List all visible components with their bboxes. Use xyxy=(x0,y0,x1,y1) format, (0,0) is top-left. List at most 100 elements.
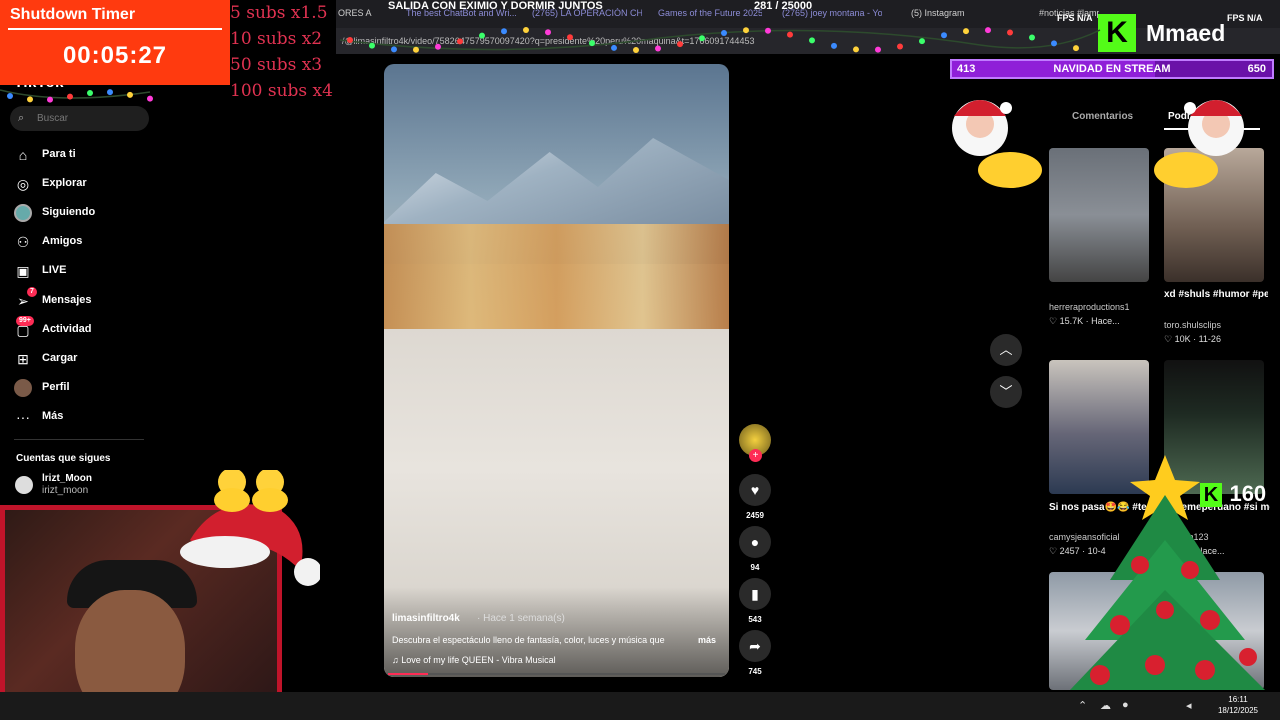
shutdown-timer: Shutdown Timer 00:05:27 xyxy=(0,0,230,85)
cloud-icon[interactable]: ☁ xyxy=(1100,699,1111,712)
sidebar-item-actividad[interactable]: ▢ 99+ Actividad xyxy=(14,316,154,341)
sidebar-item-label: Cargar xyxy=(42,352,78,364)
taskbar-clock[interactable]: 16:11 18/12/2025 xyxy=(1200,694,1276,716)
video-progress-fill xyxy=(388,673,429,675)
timer-title: Shutdown Timer xyxy=(10,6,136,23)
card-date: Hace... xyxy=(1091,316,1120,326)
previous-video-button[interactable]: ︿ xyxy=(990,334,1022,366)
share-button[interactable]: ➦ xyxy=(739,630,771,662)
kick-followers-badge: K 160 xyxy=(1200,481,1266,507)
upload-icon: ⊞ xyxy=(17,351,29,367)
speaker-icon[interactable]: ◂ xyxy=(1186,699,1192,712)
sidebar-item-para-ti[interactable]: ⌂ Para ti xyxy=(14,144,154,166)
kick-followers-logo: K xyxy=(1200,483,1222,507)
sidebar-item-siguiendo[interactable]: Siguiendo xyxy=(14,202,154,224)
sidebar-item-label: Más xyxy=(42,410,64,422)
search-placeholder: Buscar xyxy=(37,113,69,124)
browser-tab[interactable]: ORES A M xyxy=(338,8,374,18)
card-author[interactable]: toro.shulsclips xyxy=(1164,320,1268,330)
windows-taskbar xyxy=(0,692,1280,720)
recommended-video-thumbnail[interactable] xyxy=(1049,148,1149,282)
search-input[interactable]: ⌕ Buscar xyxy=(10,106,149,131)
save-count: 543 xyxy=(748,615,762,624)
like-button[interactable]: ♥ xyxy=(739,474,771,506)
chevron-up-icon[interactable]: ⌃ xyxy=(1078,699,1087,712)
bookmark-icon: ▮ xyxy=(751,586,759,602)
sidebar-item-perfil[interactable]: Perfil xyxy=(14,377,154,399)
follow-plus-icon[interactable]: + xyxy=(749,449,762,462)
card-title[interactable]: xd #shuls #humor #perupe #pe... xyxy=(1164,287,1268,302)
fps-label: FPS xyxy=(1057,13,1075,23)
save-button[interactable]: ▮ xyxy=(739,578,771,610)
timer-value: 00:05:27 xyxy=(62,42,168,69)
santa-duck-decoration xyxy=(952,100,1042,188)
sidebar-item-amigos[interactable]: ⚇ Amigos xyxy=(14,231,154,253)
home-icon: ⌂ xyxy=(18,147,28,163)
sidebar-item-label: Para ti xyxy=(42,148,76,160)
clock-time: 16:11 xyxy=(1228,695,1248,704)
search-icon: ⌕ xyxy=(18,112,25,124)
video-progress-bar[interactable] xyxy=(388,673,725,675)
video-time: · Hace 1 semana(s) xyxy=(477,613,565,624)
comment-button[interactable]: ● xyxy=(739,526,771,558)
sidebar-item-label: Mensajes xyxy=(42,294,92,306)
profile-avatar-icon xyxy=(14,379,32,397)
sidebar-item-label: Actividad xyxy=(42,323,92,335)
card-date: 11-26 xyxy=(1198,334,1221,344)
sidebar-item-live[interactable]: ▣ LIVE xyxy=(14,260,154,282)
url-field[interactable]: /@limasinfiltro4k/video/7582647579570097… xyxy=(342,32,1102,50)
following-account-avatar[interactable] xyxy=(15,476,33,494)
browser-tab[interactable]: (5) Instagram xyxy=(911,8,987,18)
stream-goal-bar: 413 NAVIDAD EN STREAM 650 xyxy=(950,59,1274,79)
kick-followers-count: 160 xyxy=(1229,481,1267,506)
share-icon: ➦ xyxy=(749,638,761,654)
sidebar-item-label: Perfil xyxy=(42,381,70,393)
following-account-handle[interactable]: irizt_moon xyxy=(42,485,88,496)
following-account-name[interactable]: lrizt_Moon xyxy=(42,473,92,484)
card-meta: ♡ 10K · 11-26 xyxy=(1164,334,1221,344)
microphone-icon[interactable]: ● xyxy=(1122,699,1129,711)
tab-comentarios[interactable]: Comentarios xyxy=(1072,111,1133,122)
streamer-name: Mmaed xyxy=(1146,20,1226,46)
sidebar-item-explorar[interactable]: ◎ Explorar xyxy=(14,173,154,195)
kick-logo-badge: K Mmaed xyxy=(1096,12,1272,54)
share-count: 745 xyxy=(748,667,762,676)
card-likes: 15.7K xyxy=(1059,316,1084,326)
kick-logo: K xyxy=(1098,14,1136,52)
more-button[interactable]: más xyxy=(698,635,716,645)
divider xyxy=(14,439,144,440)
santa-hat-decoration xyxy=(180,470,320,586)
comment-count: 94 xyxy=(750,563,760,572)
subs-multiplier: 10 subs x2 xyxy=(230,29,323,49)
sidebar-item-label: Explorar xyxy=(42,177,87,189)
video-scenery xyxy=(384,224,729,344)
friends-icon: ⚇ xyxy=(16,234,30,250)
goal-label: NAVIDAD EN STREAM xyxy=(1053,63,1171,75)
video-author[interactable]: limasinfiltro4k xyxy=(392,613,460,624)
subs-multiplier: 5 subs x1.5 xyxy=(230,3,328,23)
comment-icon: ● xyxy=(750,534,760,550)
chevron-up-icon: ︿ xyxy=(999,342,1013,357)
sidebar-item-cargar[interactable]: ⊞ Cargar xyxy=(14,348,154,370)
card-likes: 10K xyxy=(1174,334,1191,344)
card-author[interactable]: herreraproductions1 xyxy=(1049,302,1159,312)
video-description: Descubra el espectáculo lleno de fantasí… xyxy=(392,635,665,645)
subs-multiplier-list: 5 subs x1.5 10 subs x2 50 subs x3 100 su… xyxy=(230,0,333,104)
sidebar-item-mas[interactable]: ··· Más xyxy=(14,406,154,428)
messages-badge: 7 xyxy=(27,287,37,297)
more-icon: ··· xyxy=(16,409,30,425)
video-player[interactable] xyxy=(384,64,729,677)
sidebar-item-label: Siguiendo xyxy=(42,206,96,218)
browser-tab[interactable]: Games of the Future 2025 xyxy=(658,8,762,18)
santa-duck-decoration xyxy=(1154,100,1244,188)
fps-readout-left: FPS N/A xyxy=(1057,13,1093,23)
subs-multiplier: 50 subs x3 xyxy=(230,55,323,75)
sidebar-item-label: Amigos xyxy=(42,235,83,247)
clock-date: 18/12/2025 xyxy=(1217,706,1259,715)
video-music[interactable]: ♫ Love of my life QUEEN - Vibra Musical xyxy=(392,655,556,665)
sidebar-item-mensajes[interactable]: ➢ 7 Mensajes xyxy=(14,287,154,312)
card-meta: ♡ 15.7K · Hace... xyxy=(1049,316,1120,326)
next-video-button[interactable]: ﹀ xyxy=(990,376,1022,408)
like-count: 2459 xyxy=(746,511,764,520)
timer-divider xyxy=(8,28,222,30)
